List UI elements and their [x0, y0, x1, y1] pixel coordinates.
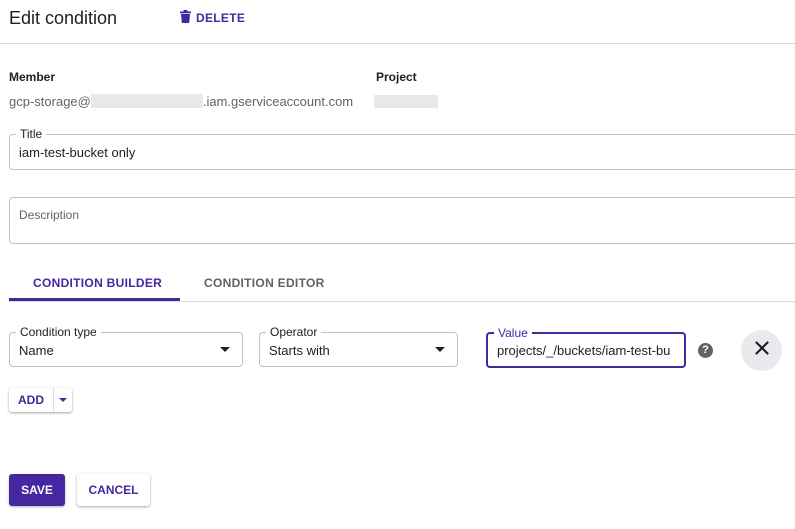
active-tab-indicator — [9, 298, 180, 301]
redacted-block — [90, 94, 203, 108]
remove-condition-button[interactable] — [741, 330, 782, 371]
project-value-redacted — [374, 95, 438, 108]
tabs-divider — [9, 301, 795, 302]
add-split-button: ADD — [9, 388, 72, 412]
chevron-down-icon — [59, 398, 67, 402]
value-field[interactable]: Value projects/_/buckets/iam-test-bu — [486, 326, 686, 368]
dialog-header — [0, 0, 795, 44]
operator-value: Starts with — [269, 343, 330, 358]
chevron-down-icon — [220, 347, 230, 352]
member-prefix: gcp-storage@ — [9, 94, 91, 109]
member-value: gcp-storage@ .iam.gserviceaccount.com — [9, 94, 353, 109]
project-label: Project — [376, 70, 417, 84]
delete-button[interactable]: DELETE — [180, 10, 245, 26]
close-icon — [754, 341, 769, 360]
description-field[interactable]: Description — [9, 197, 795, 244]
description-placeholder: Description — [19, 208, 80, 222]
condition-type-label: Condition type — [16, 325, 101, 339]
tab-condition-editor[interactable]: CONDITION EDITOR — [204, 276, 325, 290]
title-field-label: Title — [16, 127, 47, 141]
operator-select[interactable]: Operator Starts with — [259, 325, 458, 367]
add-button[interactable]: ADD — [9, 388, 53, 412]
condition-type-value: Name — [19, 343, 54, 358]
condition-type-select[interactable]: Condition type Name — [9, 325, 243, 367]
value-input[interactable]: projects/_/buckets/iam-test-bu — [497, 343, 677, 358]
title-input-value[interactable]: iam-test-bucket only — [19, 145, 135, 160]
operator-label: Operator — [266, 325, 322, 339]
page-title: Edit condition — [9, 8, 118, 28]
value-label: Value — [494, 326, 532, 340]
title-field[interactable]: Title iam-test-bucket only — [9, 127, 795, 170]
member-label: Member — [9, 70, 56, 84]
delete-button-label: DELETE — [196, 11, 246, 25]
save-button[interactable]: SAVE — [9, 474, 65, 506]
trash-icon — [180, 10, 191, 26]
member-suffix: .iam.gserviceaccount.com — [202, 94, 354, 109]
cancel-button[interactable]: CANCEL — [77, 474, 150, 506]
chevron-down-icon — [435, 347, 445, 352]
tab-condition-builder[interactable]: CONDITION BUILDER — [33, 276, 162, 290]
help-icon[interactable]: ? — [698, 343, 713, 358]
add-menu-button[interactable] — [53, 388, 72, 412]
